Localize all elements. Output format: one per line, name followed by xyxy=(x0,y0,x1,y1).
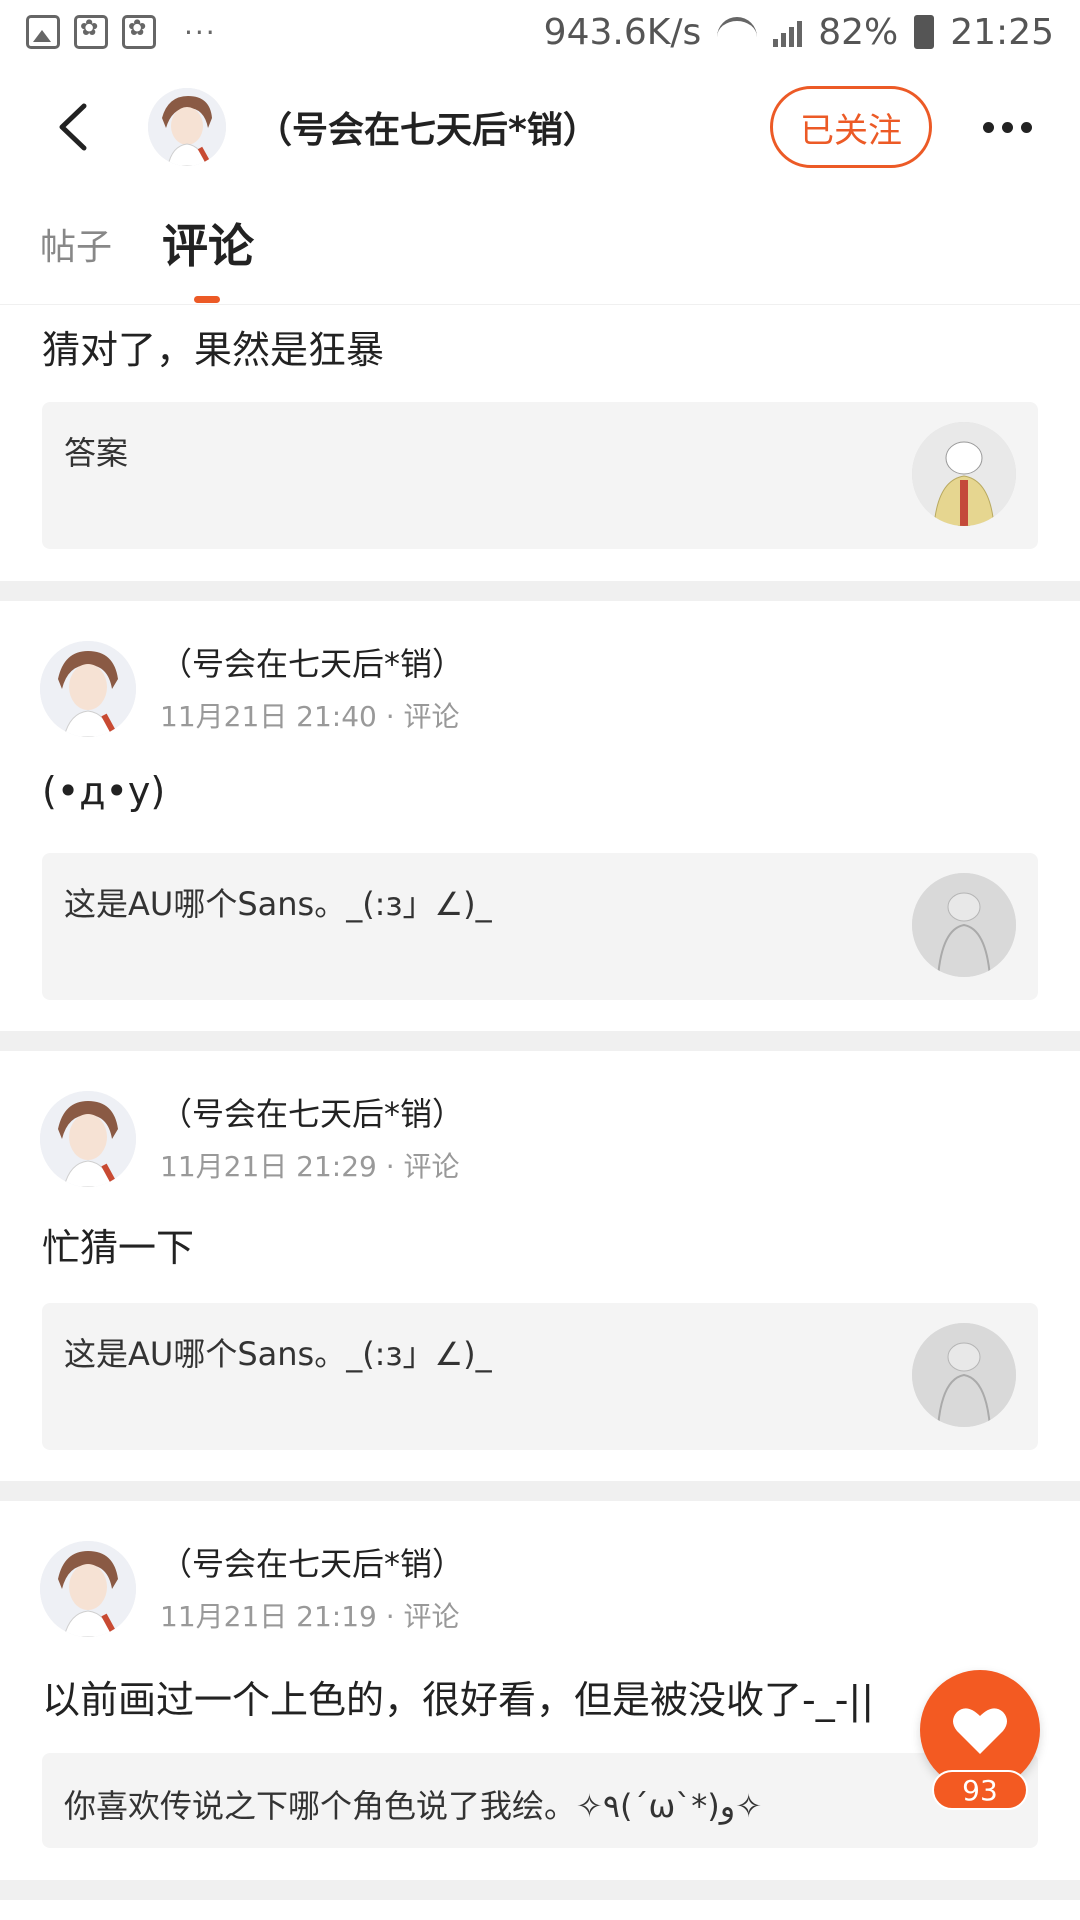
avatar[interactable] xyxy=(40,1541,136,1637)
tab-comments[interactable]: 评论 xyxy=(162,210,254,276)
profile-header: （号会在七天后*销） 已关注 xyxy=(0,64,1080,190)
divider xyxy=(0,581,1080,601)
comment-text: (•д•y) xyxy=(42,769,166,813)
author-name[interactable]: （号会在七天后*销） xyxy=(160,1089,464,1135)
divider xyxy=(0,1880,1080,1900)
divider xyxy=(0,1481,1080,1501)
active-tab-indicator xyxy=(194,296,220,303)
network-speed: 943.6K/s xyxy=(543,11,702,53)
author-name[interactable]: （号会在七天后*销） xyxy=(160,1539,464,1585)
quoted-post-text: 这是AU哪个Sans。_(:з」∠)_ xyxy=(64,885,492,923)
paw-icon xyxy=(122,15,156,49)
quoted-post[interactable]: 这是AU哪个Sans。_(:з」∠)_ xyxy=(42,853,1038,1000)
status-bar: ··· 943.6K/s 82% 21:25 xyxy=(0,0,1080,64)
quoted-post-thumbnail xyxy=(912,422,1016,526)
quoted-post-thumbnail xyxy=(912,1323,1016,1427)
follow-button[interactable]: 已关注 xyxy=(770,86,932,168)
avatar[interactable] xyxy=(40,1091,136,1187)
battery-percent: 82% xyxy=(818,11,899,53)
tab-bar: 帖子 评论 xyxy=(0,190,1080,305)
image-icon xyxy=(26,15,60,49)
avatar-image xyxy=(148,88,226,166)
back-button[interactable] xyxy=(34,87,114,167)
paw-icon xyxy=(74,15,108,49)
post-time: 11月21日 21:40 · 评论 xyxy=(160,700,460,733)
quoted-post[interactable]: 答案 xyxy=(42,402,1038,549)
quoted-post-text: 这是AU哪个Sans。_(:з」∠)_ xyxy=(64,1335,492,1373)
more-dots-icon xyxy=(982,121,994,133)
comment-text: 忙猜一下 xyxy=(42,1226,195,1270)
list-item: （号会在七天后*销） 11月21日 21:29 · 评论 忙猜一下 这是AU哪个… xyxy=(0,1051,1080,1481)
avatar[interactable] xyxy=(148,88,226,166)
more-notifications-icon: ··· xyxy=(184,15,217,49)
divider xyxy=(0,1031,1080,1051)
post-time: 11月21日 21:29 · 评论 xyxy=(160,1150,460,1183)
author-name[interactable]: （号会在七天后*销） xyxy=(160,639,464,685)
quoted-post-text: 你喜欢传说之下哪个角色说了我绘。✧٩(ˊωˋ*)و✧ xyxy=(64,1787,763,1825)
list-item: （号会在七天后*销） 11月21日 21:19 · 评论 以前画过一个上色的，很… xyxy=(0,1501,1080,1920)
quoted-post-thumbnail xyxy=(912,873,1016,977)
wifi-icon xyxy=(717,17,758,47)
comment-text: 以前画过一个上色的，很好看，但是被没收了-_-|| xyxy=(42,1678,875,1722)
quoted-post[interactable]: 这是AU哪个Sans。_(:з」∠)_ xyxy=(42,1303,1038,1450)
heart-icon xyxy=(953,1708,1007,1754)
like-count-badge: 93 xyxy=(932,1770,1028,1810)
comment-feed[interactable]: 猜对了，果然是狂暴 答案 （号会在七天后*销） 11月21日 21:40 · 评… xyxy=(0,305,1080,1920)
author-row[interactable]: （号会在七天后*销） 11月21日 21:29 · 评论 xyxy=(40,1091,464,1187)
tab-posts[interactable]: 帖子 xyxy=(40,218,112,270)
quoted-post-text: 答案 xyxy=(64,434,129,472)
comment-text: 猜对了，果然是狂暴 xyxy=(42,328,385,372)
list-item: 猜对了，果然是狂暴 答案 xyxy=(0,305,1080,580)
post-time: 11月21日 21:19 · 评论 xyxy=(160,1600,460,1633)
more-options-button[interactable] xyxy=(972,102,1042,152)
chevron-left-icon xyxy=(59,103,87,151)
author-row[interactable]: （号会在七天后*销） 11月21日 21:19 · 评论 xyxy=(40,1541,464,1637)
avatar[interactable] xyxy=(40,641,136,737)
list-item: （号会在七天后*销） 11月21日 21:40 · 评论 (•д•y) 这是AU… xyxy=(0,601,1080,1031)
battery-icon xyxy=(914,15,935,49)
quoted-post[interactable]: 你喜欢传说之下哪个角色说了我绘。✧٩(ˊωˋ*)و✧ xyxy=(42,1753,1038,1848)
signal-icon xyxy=(773,17,803,47)
clock: 21:25 xyxy=(950,11,1054,53)
author-row[interactable]: （号会在七天后*销） 11月21日 21:40 · 评论 xyxy=(40,641,464,737)
page-title: （号会在七天后*销） xyxy=(256,110,599,151)
